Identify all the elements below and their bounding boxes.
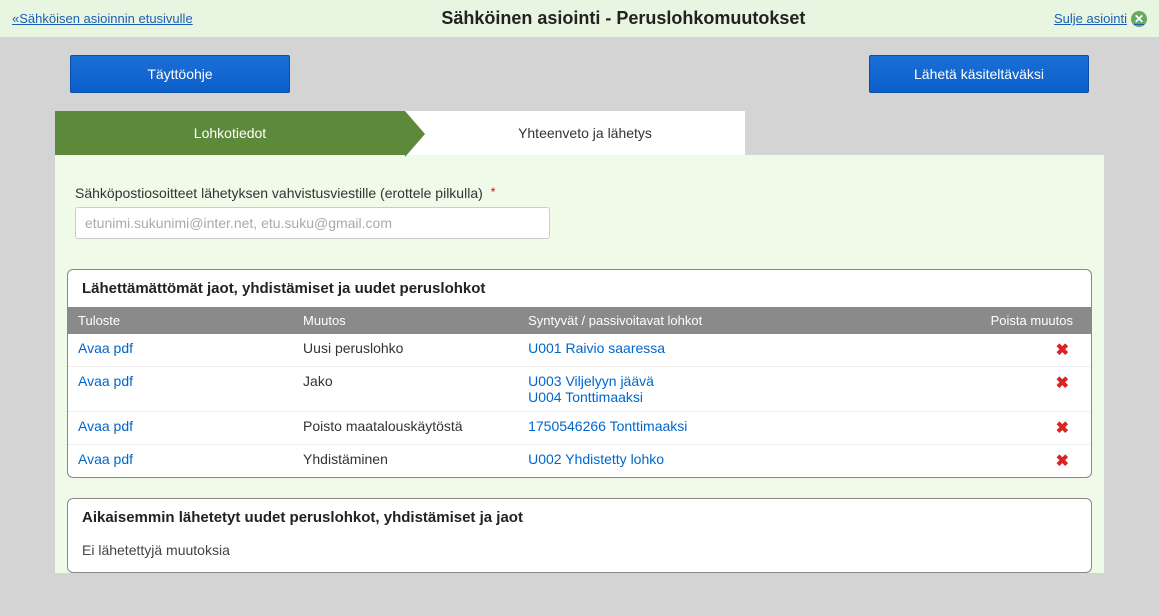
muutos-cell: Yhdistäminen: [293, 445, 518, 478]
table-row: Avaa pdf Poisto maatalouskäytöstä 17505462…: [68, 412, 1091, 445]
page-title: Sähköinen asiointi - Peruslohkomuutokset: [193, 8, 1054, 29]
col-poista: Poista muutos: [948, 307, 1091, 334]
required-indicator: *: [491, 185, 496, 199]
lohkot-cell: 1750546266 Tonttimaaksi: [518, 412, 948, 445]
delete-icon[interactable]: ✖: [1056, 375, 1069, 392]
instructions-button[interactable]: Täyttöohje: [70, 55, 290, 93]
pending-changes-panel: Lähettämättömät jaot, yhdistämiset ja uu…: [67, 269, 1092, 478]
previous-panel-empty: Ei lähetettyjä muutoksia: [68, 536, 1091, 572]
content-wrap: Lohkotiedot Yhteenveto ja lähetys Sähköp…: [55, 111, 1104, 573]
muutos-cell: Poisto maatalouskäytöstä: [293, 412, 518, 445]
top-bar: «Sähköisen asioinnin etusivulle Sähköine…: [0, 0, 1159, 37]
tab-lohkotiedot[interactable]: Lohkotiedot: [55, 111, 405, 155]
open-pdf-link[interactable]: Avaa pdf: [78, 373, 133, 389]
close-icon: ✕: [1131, 11, 1147, 27]
submit-button[interactable]: Lähetä käsiteltäväksi: [869, 55, 1089, 93]
table-row: Avaa pdf Yhdistäminen U002 Yhdistetty lohk…: [68, 445, 1091, 478]
delete-icon[interactable]: ✖: [1056, 453, 1069, 470]
table-row: Avaa pdfJakoU003 Viljelyyn jääväU004 Ton…: [68, 367, 1091, 412]
col-tuloste: Tuloste: [68, 307, 293, 334]
pending-changes-table: Tuloste Muutos Syntyvät / passivoitavat …: [68, 307, 1091, 477]
home-link[interactable]: «Sähköisen asioinnin etusivulle: [12, 11, 193, 26]
email-label: Sähköpostiosoitteet lähetyksen vahvistus…: [75, 185, 483, 201]
lohkot-cell: U002 Yhdistetty lohko: [518, 445, 948, 478]
email-section: Sähköpostiosoitteet lähetyksen vahvistus…: [55, 155, 1104, 259]
lohkot-cell: U003 Viljelyyn jääväU004 Tonttimaaksi: [518, 367, 948, 412]
pending-panel-title: Lähettämättömät jaot, yhdistämiset ja uu…: [68, 270, 1091, 307]
tab-yhteenveto[interactable]: Yhteenveto ja lähetys: [405, 111, 745, 155]
lohko-link[interactable]: 1750546266 Tonttimaaksi: [528, 418, 938, 434]
lohko-link[interactable]: U002 Yhdistetty lohko: [528, 451, 938, 467]
lohko-link[interactable]: U001 Raivio saaressa: [528, 340, 938, 356]
previous-panel-title: Aikaisemmin lähetetyt uudet peruslohkot,…: [68, 499, 1091, 536]
lohko-link[interactable]: U004 Tonttimaaksi: [528, 389, 938, 405]
wizard-tabs: Lohkotiedot Yhteenveto ja lähetys: [55, 111, 1104, 155]
email-input[interactable]: [75, 207, 550, 239]
delete-icon[interactable]: ✖: [1056, 420, 1069, 437]
open-pdf-link[interactable]: Avaa pdf: [78, 451, 133, 467]
close-session-label: Sulje asiointi: [1054, 11, 1127, 26]
delete-icon[interactable]: ✖: [1056, 342, 1069, 359]
col-lohkot: Syntyvät / passivoitavat lohkot: [518, 307, 948, 334]
muutos-cell: Jako: [293, 367, 518, 412]
muutos-cell: Uusi peruslohko: [293, 334, 518, 367]
open-pdf-link[interactable]: Avaa pdf: [78, 418, 133, 434]
col-muutos: Muutos: [293, 307, 518, 334]
lohko-link[interactable]: U003 Viljelyyn jäävä: [528, 373, 938, 389]
previous-sent-panel: Aikaisemmin lähetetyt uudet peruslohkot,…: [67, 498, 1092, 573]
table-row: Avaa pdf Uusi peruslohko U001 Raivio saare…: [68, 334, 1091, 367]
close-session-link[interactable]: Sulje asiointi ✕: [1054, 11, 1147, 27]
action-bar: Täyttöohje Lähetä käsiteltäväksi: [0, 37, 1159, 111]
open-pdf-link[interactable]: Avaa pdf: [78, 340, 133, 356]
lohkot-cell: U001 Raivio saaressa: [518, 334, 948, 367]
